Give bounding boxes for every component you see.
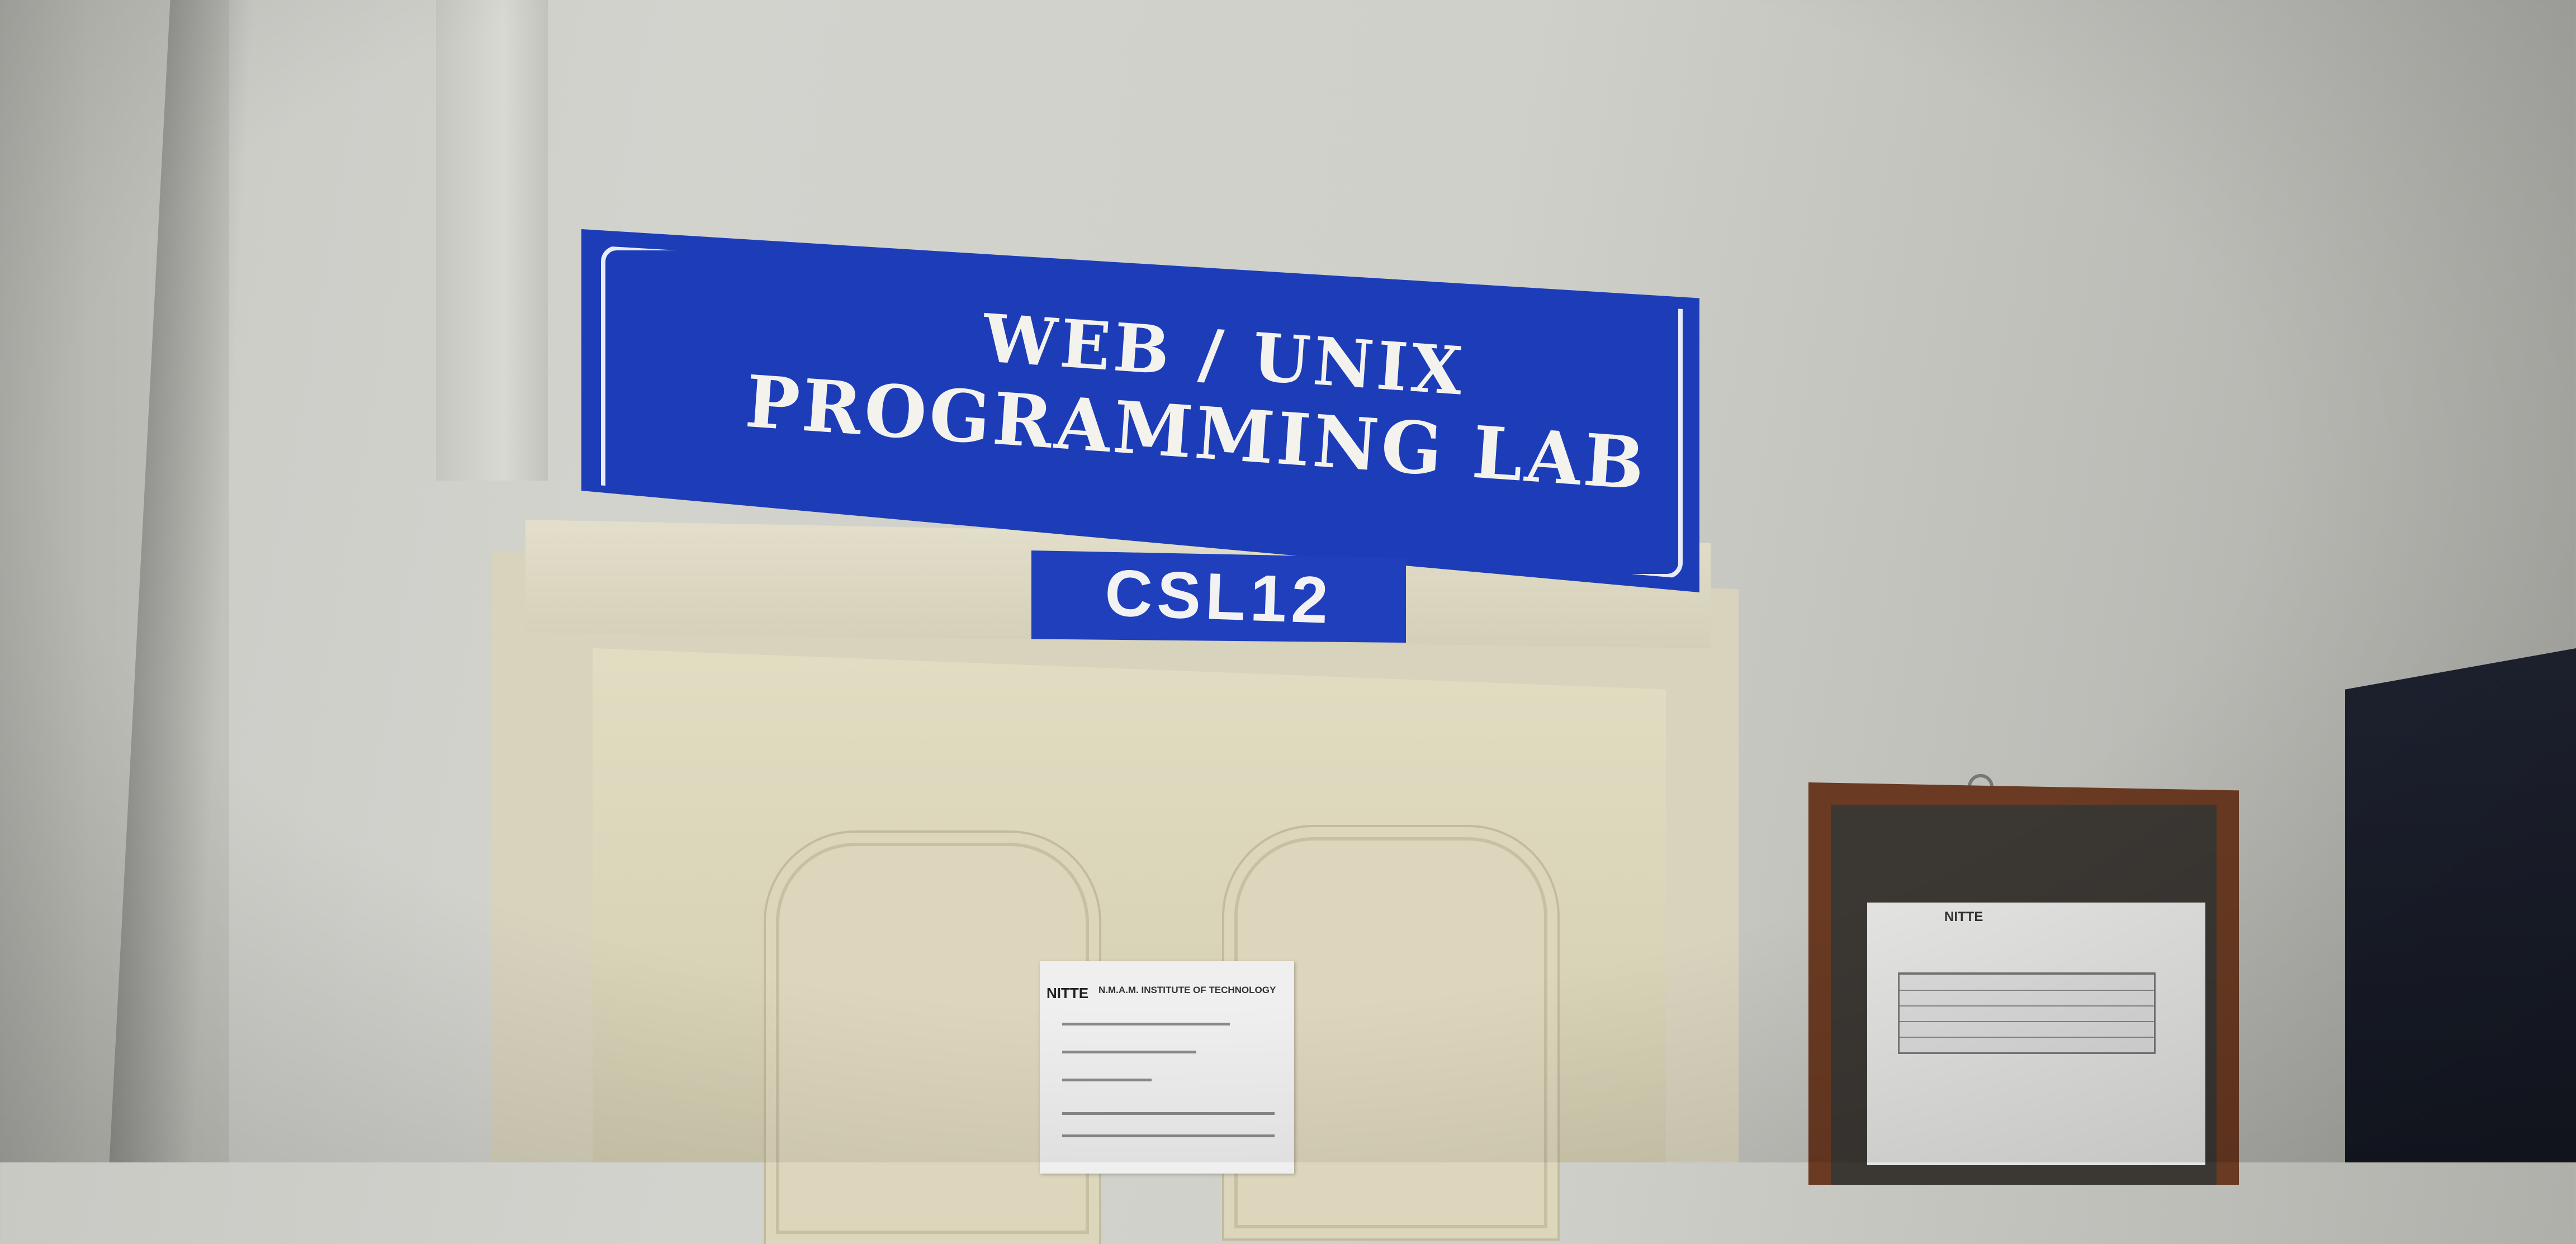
notice-text-line (1062, 1051, 1196, 1053)
notice-text-line (1062, 1079, 1152, 1081)
notice-text-line (1062, 1134, 1275, 1137)
notice-text-line (1062, 1023, 1230, 1025)
door-notice-institution: N.M.A.M. INSTITUTE OF TECHNOLOGY (1098, 985, 1276, 995)
dark-cabinet (2345, 648, 2576, 1162)
notice-text-line (1062, 1112, 1275, 1115)
door-notice-logo: NITTE (1046, 985, 1089, 1001)
room-number: CSL12 (1104, 555, 1334, 638)
wall-pipe-strip (436, 0, 548, 481)
board-notice-table (1898, 972, 2156, 1054)
board-notice-logo: NITTE (1944, 909, 1983, 924)
